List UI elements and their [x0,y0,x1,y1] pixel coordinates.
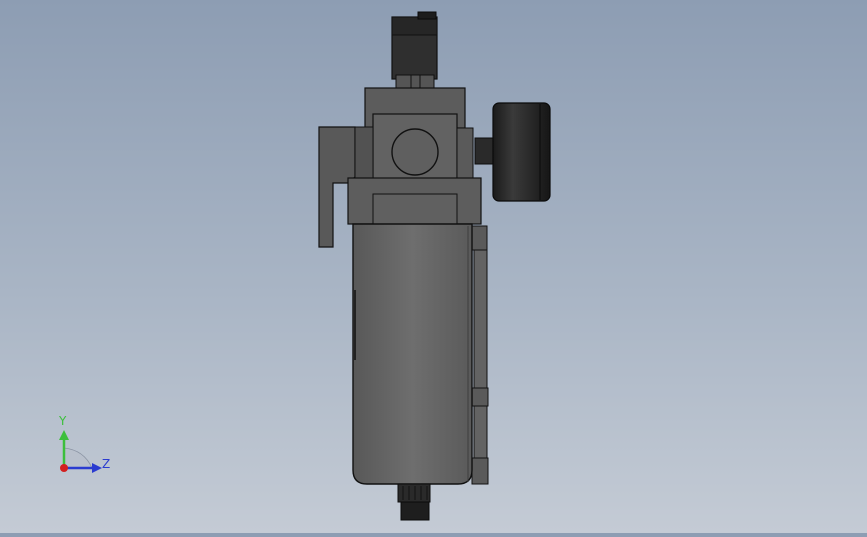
pressure-gauge [474,102,551,202]
filter-bowl [352,223,489,485]
top-knob [391,11,438,89]
y-axis-label: Y [59,414,67,428]
view-orientation-triad: Y Z [48,410,128,480]
model-view[interactable] [0,0,867,533]
z-axis-label: Z [102,457,111,471]
x-axis-origin [60,464,68,472]
bowl-collar [347,177,482,225]
drain-valve [397,483,431,521]
cad-viewport[interactable]: Y Z [0,0,867,533]
